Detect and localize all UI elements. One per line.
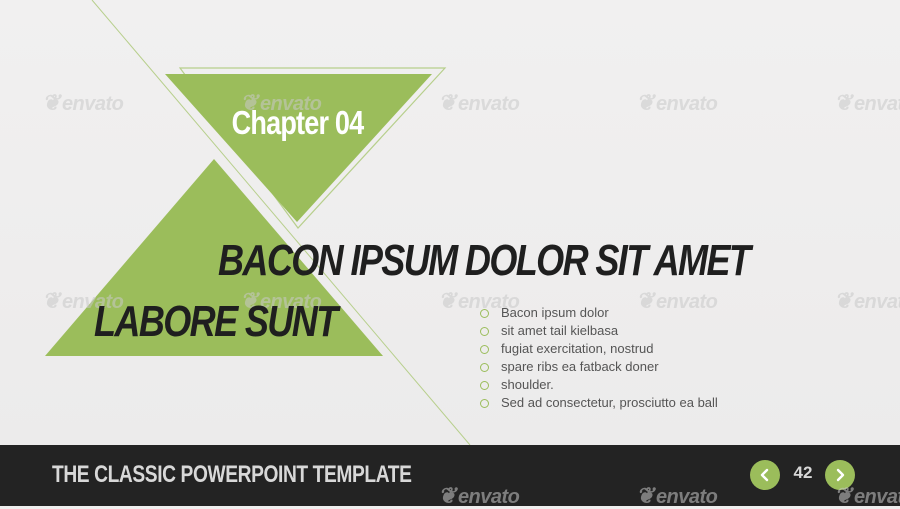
- watermark: ❦envato: [438, 483, 520, 509]
- bullet-text: fugiat exercitation, nostrud: [501, 341, 654, 356]
- bullet-circle-icon: [480, 362, 489, 372]
- bullet-circle-icon: [480, 326, 489, 336]
- chapter-label: Chapter 04: [231, 104, 364, 141]
- headline-line-2: LABORE SUNT: [94, 297, 338, 346]
- envato-leaf-icon: ❦: [438, 483, 456, 508]
- bullet-item: sit amet tail kielbasa: [480, 322, 718, 340]
- headline-line-1: BACON IPSUM DOLOR SIT AMET: [218, 236, 751, 285]
- bullet-text: Sed ad consectetur, prosciutto ea ball: [501, 395, 718, 410]
- next-slide-button[interactable]: [825, 460, 855, 490]
- watermark-text: envato: [655, 486, 718, 508]
- bullet-text: sit amet tail kielbasa: [501, 323, 619, 338]
- bullet-circle-icon: [480, 344, 489, 354]
- bullet-circle-icon: [480, 308, 489, 318]
- chevron-right-icon: [836, 468, 845, 482]
- bullet-item: Bacon ipsum dolor: [480, 304, 718, 322]
- bullet-circle-icon: [480, 380, 489, 390]
- watermark-text: envato: [853, 486, 900, 508]
- page-number: 42: [793, 463, 813, 482]
- bullet-item: Sed ad consectetur, prosciutto ea ball: [480, 394, 718, 412]
- bullet-text: spare ribs ea fatback doner: [501, 359, 659, 374]
- diagonal-guide-line: [91, 0, 471, 445]
- bullet-text: shoulder.: [501, 377, 554, 392]
- bullet-text: Bacon ipsum dolor: [501, 305, 609, 320]
- previous-slide-button[interactable]: [750, 460, 780, 490]
- watermark: ❦envato: [636, 483, 718, 509]
- chevron-left-icon: [760, 468, 769, 482]
- slide-decoration: [45, 0, 471, 445]
- envato-leaf-icon: ❦: [636, 483, 654, 508]
- bullet-item: shoulder.: [480, 376, 718, 394]
- footer-bar: THE CLASSIC POWERPOINT TEMPLATE 42 ❦ enva…: [0, 445, 900, 509]
- slide-canvas: ❦envato ❦envato ❦envato ❦envato ❦envato …: [0, 0, 900, 445]
- watermark-text: envato: [457, 486, 520, 508]
- bullet-item: fugiat exercitation, nostrud: [480, 340, 718, 358]
- bullet-list: Bacon ipsum dolor sit amet tail kielbasa…: [480, 304, 718, 412]
- footer-title: THE CLASSIC POWERPOINT TEMPLATE: [52, 461, 412, 488]
- bullet-circle-icon: [480, 398, 489, 408]
- bullet-item: spare ribs ea fatback doner: [480, 358, 718, 376]
